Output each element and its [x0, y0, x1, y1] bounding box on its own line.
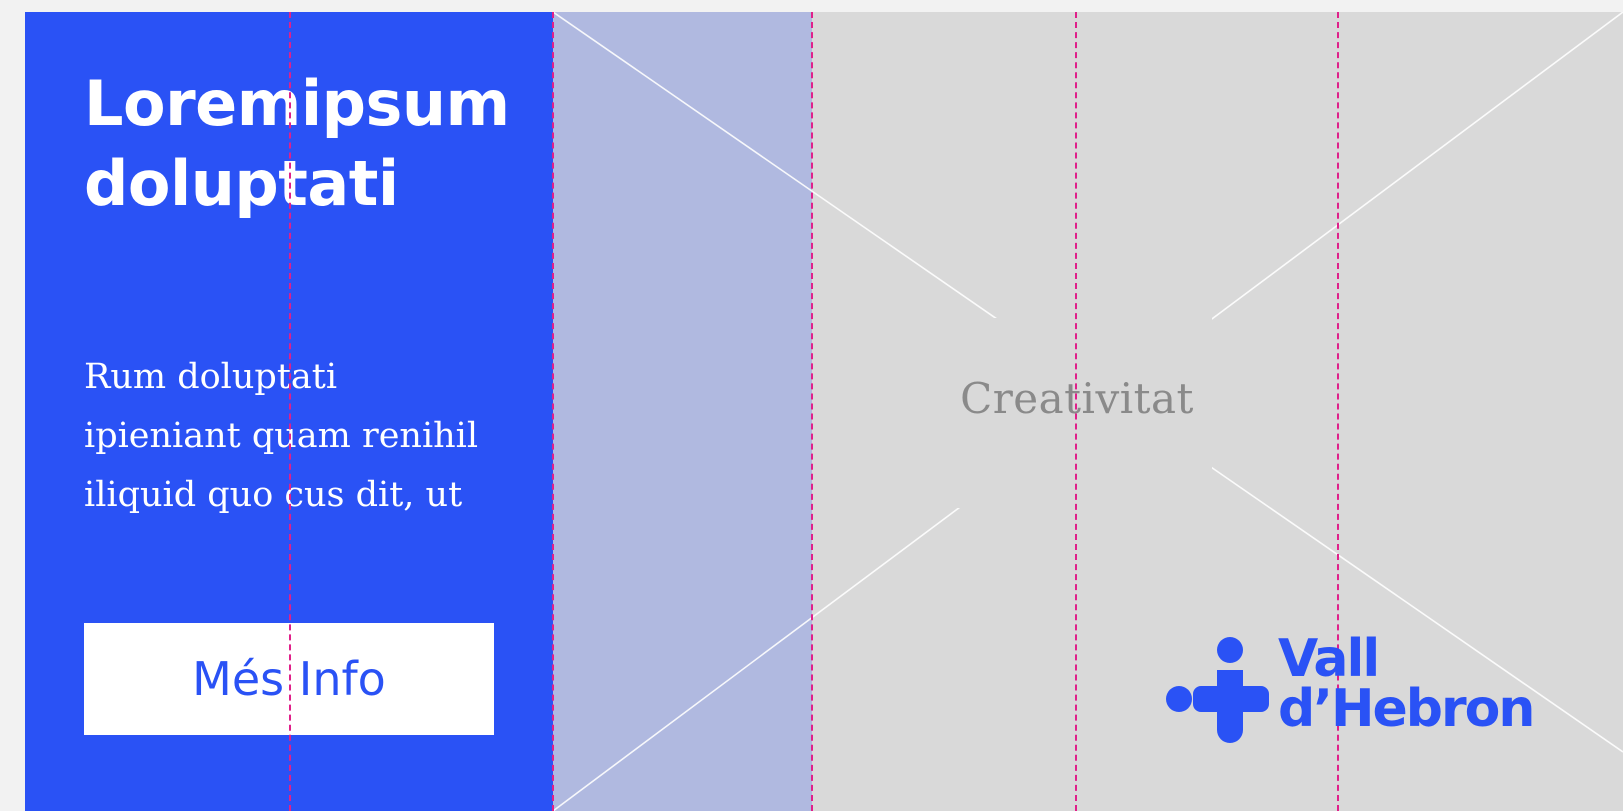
- guide-line-4: [1075, 12, 1077, 811]
- guide-line-1: [289, 12, 291, 811]
- guide-line-3: [811, 12, 813, 811]
- vall-hebron-logo: Vall d’Hebron: [1165, 633, 1555, 744]
- placeholder-label-box: Creativitat: [942, 318, 1212, 508]
- logo-line-2: d’Hebron: [1278, 679, 1535, 739]
- body-line-1: Rum doluptati: [84, 357, 338, 397]
- body-line-2: ipieniant quam renihil: [84, 416, 479, 456]
- headline-line-2: doluptati: [84, 147, 399, 220]
- placeholder-label: Creativitat: [960, 374, 1194, 423]
- body-text: Rum doluptati ipieniant quam renihil ili…: [84, 348, 524, 525]
- guide-line-2: [552, 12, 554, 811]
- headline: Loremipsum doluptati: [84, 64, 510, 224]
- vall-hebron-cross-icon: [1166, 637, 1269, 743]
- headline-line-1: Loremipsum: [84, 67, 510, 140]
- logo-wordmark: Vall d’Hebron: [1278, 633, 1535, 735]
- body-line-3: iliquid quo cus dit, ut: [84, 475, 463, 515]
- banner-canvas: Creativitat Loremipsum doluptati Rum dol…: [25, 12, 1623, 811]
